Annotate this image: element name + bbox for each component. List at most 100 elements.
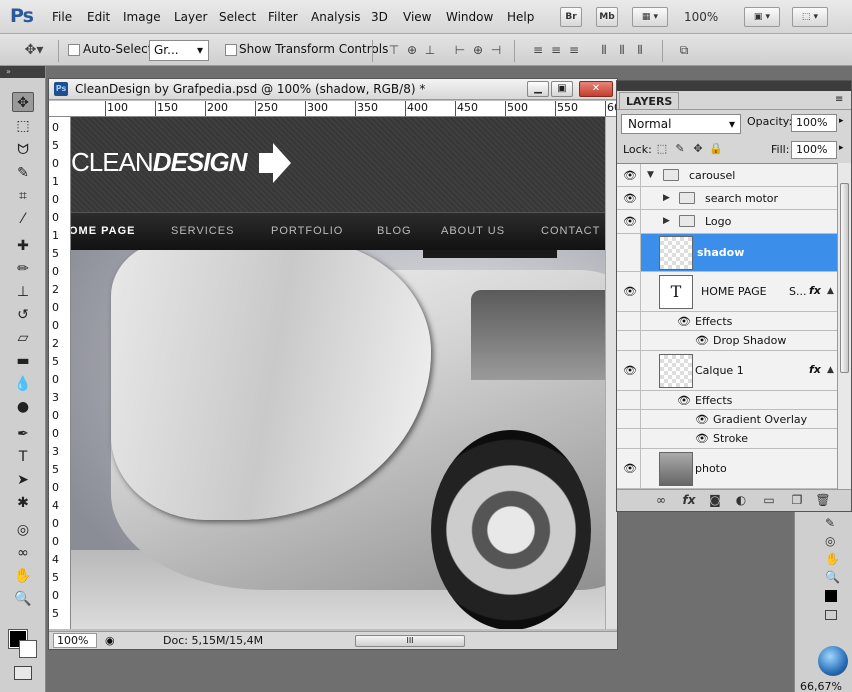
minimize-button[interactable]: ▁ (527, 81, 549, 97)
move-tool-icon[interactable]: ✥ (12, 92, 34, 112)
effect-eye-icon[interactable]: 👁 (695, 432, 709, 445)
eyedropper-tool-icon[interactable]: ⁄ (12, 209, 34, 229)
align-bottom-icon[interactable]: ⊥ (422, 43, 438, 57)
menu-3d[interactable]: 3D (371, 10, 388, 24)
vertical-ruler[interactable]: 0 5 0 1 0 0 1 5 0 2 0 0 2 5 0 3 0 0 3 5 0 4 0 0 4 5 0 5 (49, 117, 71, 629)
distribute-left-icon[interactable]: ⦀ (596, 43, 612, 57)
close-button[interactable]: ✕ (579, 81, 613, 97)
maximize-button[interactable]: ▣ (551, 81, 573, 97)
dock-quickmask-icon[interactable] (825, 610, 837, 620)
new-layer-icon[interactable]: ❐ (789, 493, 805, 507)
launch-bridge-button[interactable]: Br (560, 7, 582, 27)
zoom-level-select[interactable]: 100% (684, 10, 718, 24)
status-zoom-field[interactable]: 100% (53, 633, 97, 648)
distribute-hcenter-icon[interactable]: ⦀ (614, 43, 630, 57)
show-transform-checkbox[interactable] (225, 44, 237, 56)
add-layer-mask-icon[interactable]: ◙ (707, 493, 723, 507)
lock-position-icon[interactable]: ✥ (691, 142, 705, 155)
align-right-icon[interactable]: ⊣ (488, 43, 504, 57)
visibility-eye-icon[interactable]: 👁 (623, 192, 637, 205)
visibility-eye-icon[interactable]: 👁 (623, 364, 637, 377)
path-selection-tool-icon[interactable]: ➤ (12, 470, 34, 490)
layer-effects-row[interactable]: 👁 Effects (617, 391, 837, 410)
visibility-eye-icon[interactable]: 👁 (623, 215, 637, 228)
expand-triangle-icon[interactable]: ▶ (663, 216, 670, 226)
opacity-slider-icon[interactable]: ▸ (839, 116, 844, 126)
move-tool-preset-icon[interactable]: ✥▾ (20, 43, 48, 57)
distribute-vcenter-icon[interactable]: ≡ (548, 43, 564, 57)
visibility-eye-icon[interactable]: 👁 (623, 169, 637, 182)
zoom-tool-icon[interactable]: 🔍 (12, 589, 34, 609)
menu-layer[interactable]: Layer (174, 10, 207, 24)
fill-slider-icon[interactable]: ▸ (839, 143, 844, 153)
eraser-tool-icon[interactable]: ▱ (12, 328, 34, 348)
fx-icon[interactable]: fx (809, 284, 821, 297)
dodge-tool-icon[interactable]: ● (12, 397, 34, 417)
3d-orbit-tool-icon[interactable]: ∞ (12, 543, 34, 563)
layer-row-calque-1[interactable]: 👁 Calque 1 fx ▲ (617, 351, 837, 391)
shape-tool-icon[interactable]: ✱ (12, 493, 34, 513)
document-titlebar[interactable]: Ps CleanDesign by Grafpedia.psd @ 100% (… (49, 79, 617, 100)
type-tool-icon[interactable]: T (12, 447, 34, 467)
view-extras-button[interactable]: ▦ ▾ (632, 7, 668, 27)
launch-minibridge-button[interactable]: Mb (596, 7, 618, 27)
quick-selection-tool-icon[interactable]: ✎ (12, 163, 34, 183)
dock-3d-icon[interactable]: ◎ (825, 534, 835, 548)
menu-image[interactable]: Image (123, 10, 161, 24)
auto-select-checkbox[interactable] (68, 44, 80, 56)
link-layers-icon[interactable]: ∞ (653, 493, 669, 507)
blur-tool-icon[interactable]: 💧 (12, 374, 34, 394)
menu-view[interactable]: View (403, 10, 431, 24)
align-hcenter-icon[interactable]: ⊕ (470, 43, 486, 57)
effect-eye-icon[interactable]: 👁 (695, 413, 709, 426)
menu-file[interactable]: File (52, 10, 72, 24)
layers-scrollbar[interactable] (837, 163, 851, 489)
effect-row-stroke[interactable]: 👁 Stroke (617, 429, 837, 449)
history-brush-tool-icon[interactable]: ↺ (12, 305, 34, 325)
3d-rotate-tool-icon[interactable]: ◎ (12, 520, 34, 540)
fx-collapse-triangle-icon[interactable]: ▲ (827, 365, 834, 375)
pen-tool-icon[interactable]: ✒ (12, 424, 34, 444)
new-group-icon[interactable]: ▭ (761, 493, 777, 507)
align-left-icon[interactable]: ⊢ (452, 43, 468, 57)
horizontal-scrollbar-thumb[interactable]: III (355, 635, 465, 647)
brush-tool-icon[interactable]: ✏ (12, 259, 34, 279)
fill-input[interactable]: 100% (791, 141, 837, 159)
lock-transparent-icon[interactable]: ⬚ (655, 142, 669, 155)
blend-mode-select[interactable]: Normal ▾ (621, 114, 741, 134)
effects-eye-icon[interactable]: 👁 (677, 315, 691, 328)
menu-filter[interactable]: Filter (268, 10, 298, 24)
align-vcenter-icon[interactable]: ⊕ (404, 43, 420, 57)
auto-select-dropdown[interactable]: Gr... ▾ (149, 40, 209, 61)
lasso-tool-icon[interactable]: ᗢ (12, 140, 34, 160)
expand-triangle-icon[interactable]: ▶ (663, 193, 670, 203)
background-color-swatch[interactable] (19, 640, 37, 658)
crop-tool-icon[interactable]: ⌗ (12, 186, 34, 206)
dock-brush-icon[interactable]: ✎ (825, 516, 835, 530)
layer-effects-row[interactable]: 👁 Effects (617, 312, 837, 331)
dock-hand-icon[interactable]: ✋ (825, 552, 840, 566)
distribute-bottom-icon[interactable]: ≡ (566, 43, 582, 57)
screen-mode-button[interactable]: ⬚ ▾ (792, 7, 828, 27)
menu-analysis[interactable]: Analysis (311, 10, 360, 24)
healing-brush-tool-icon[interactable]: ✚ (12, 236, 34, 256)
effect-row-drop-shadow[interactable]: 👁 Drop Shadow (617, 331, 837, 351)
menu-window[interactable]: Window (446, 10, 493, 24)
arrange-documents-button[interactable]: ▣ ▾ (744, 7, 780, 27)
new-adjustment-layer-icon[interactable]: ◐ (733, 493, 749, 507)
gradient-tool-icon[interactable]: ▬ (12, 351, 34, 371)
document-canvas[interactable]: CLEANDESIGN OME PAGE SERVICES PORTFOLIO … (71, 117, 605, 629)
status-menu-icon[interactable]: ◉ (105, 634, 115, 647)
marquee-tool-icon[interactable]: ⬚ (12, 116, 34, 136)
menu-help[interactable]: Help (507, 10, 534, 24)
layer-row-carousel[interactable]: 👁 ▼ carousel (617, 164, 837, 187)
visibility-eye-icon[interactable]: 👁 (623, 462, 637, 475)
fx-collapse-triangle-icon[interactable]: ▲ (827, 286, 834, 296)
layers-scrollbar-thumb[interactable] (840, 183, 849, 373)
layer-row-logo[interactable]: 👁 ▶ Logo (617, 210, 837, 234)
panel-menu-icon[interactable]: ≡ (835, 94, 843, 105)
effects-eye-icon[interactable]: 👁 (677, 394, 691, 407)
layer-row-search-motor[interactable]: 👁 ▶ search motor (617, 187, 837, 210)
auto-align-layers-icon[interactable]: ⧉ (676, 43, 692, 57)
dock-zoom-icon[interactable]: 🔍 (825, 570, 840, 584)
